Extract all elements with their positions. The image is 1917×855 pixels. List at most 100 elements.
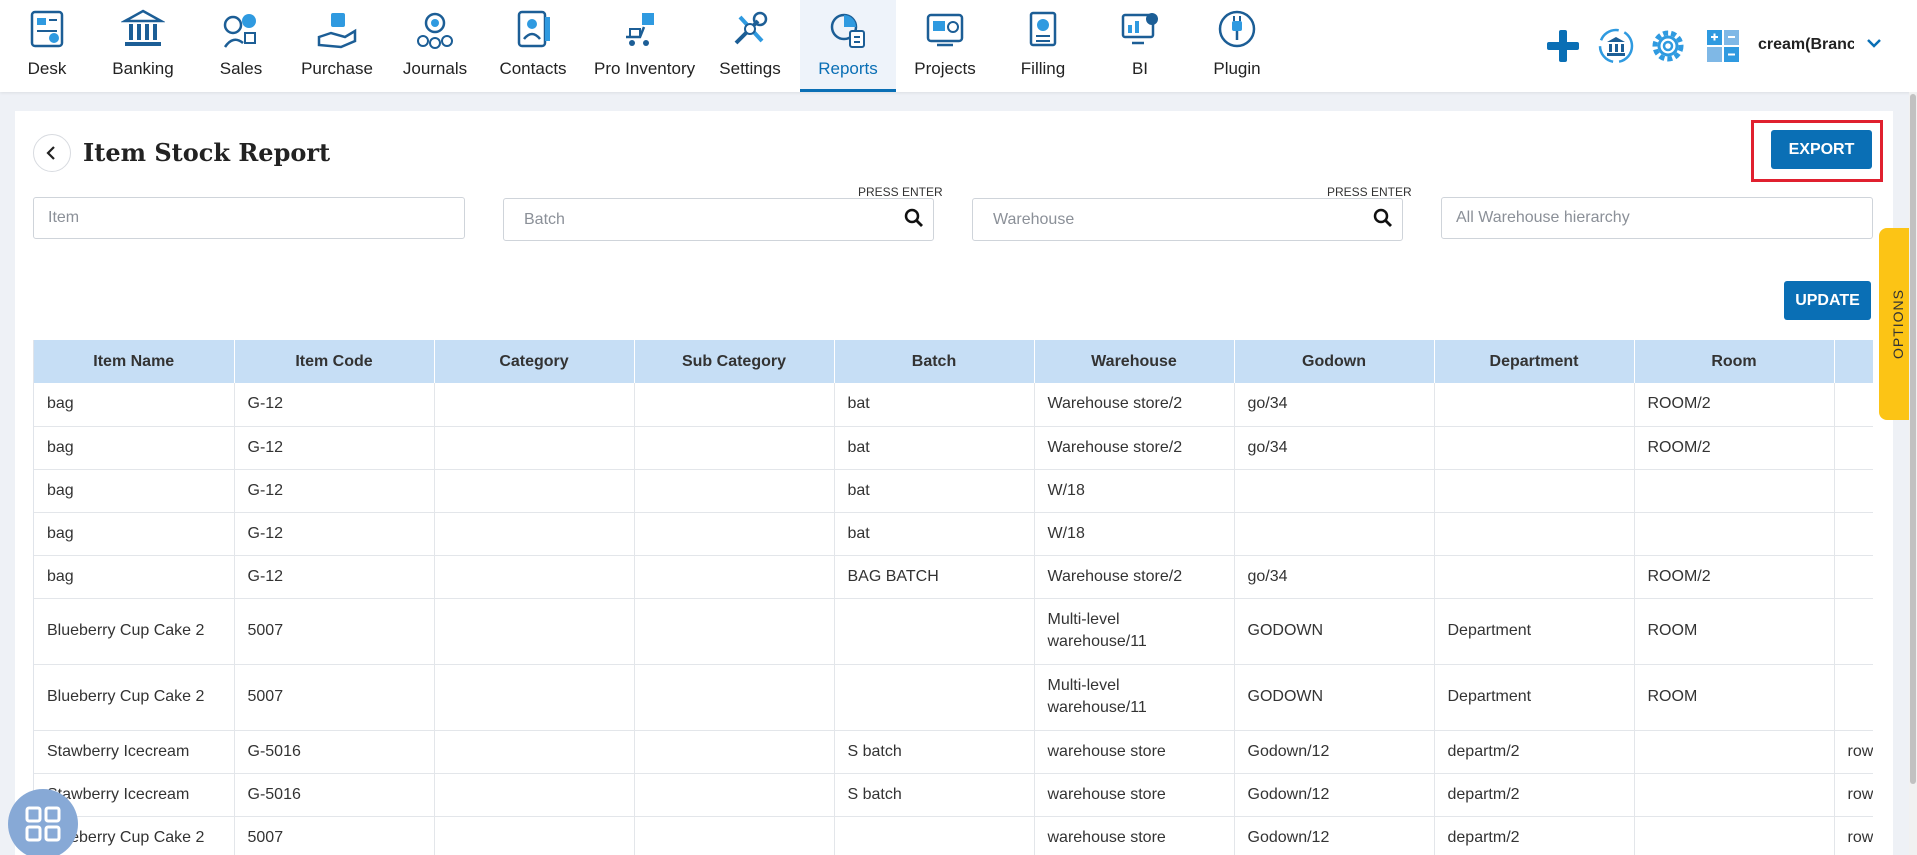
add-icon[interactable]: [1543, 26, 1583, 66]
table-cell: [1434, 555, 1635, 599]
gear-icon[interactable]: [1648, 26, 1688, 66]
column-header[interactable]: [1834, 340, 1873, 383]
table-cell: Warehouse store/2: [1034, 383, 1235, 427]
nav-item-reports[interactable]: Reports: [800, 0, 896, 92]
column-header[interactable]: Department: [1434, 340, 1635, 383]
table-row[interactable]: Blueberry Cup Cake 2 5007 Multi-level ware…: [34, 664, 1873, 731]
nav-item-desk[interactable]: Desk: [0, 0, 94, 92]
table-cell: [1834, 512, 1873, 556]
table-cell: Blueberry Cup Cake 2: [34, 598, 235, 665]
table-cell: departm/2: [1434, 816, 1635, 855]
nav-label: Journals: [402, 59, 468, 78]
table-cell: bag: [34, 383, 235, 427]
column-header[interactable]: Sub Category: [634, 340, 835, 383]
table-cell: go/34: [1234, 426, 1435, 470]
nav-item-bi[interactable]: BI: [1093, 0, 1187, 92]
sales-icon: [223, 14, 256, 48]
table-row[interactable]: Blueberry Cup Cake 2 5007 warehouse store G…: [34, 816, 1873, 855]
table-cell: Multi-level warehouse/11: [1034, 598, 1235, 665]
user-name[interactable]: cream(Branch: [1758, 36, 1854, 54]
nav-item-pro-inventory[interactable]: Pro Inventory: [594, 0, 695, 92]
export-button[interactable]: EXPORT: [1771, 130, 1872, 169]
column-header[interactable]: Warehouse: [1034, 340, 1235, 383]
table-row[interactable]: bag G-12 bat Warehouse store/2 go/34 ROOM/2: [34, 426, 1873, 470]
table-cell: [1834, 426, 1873, 470]
column-header[interactable]: Item Name: [34, 340, 235, 383]
nav-item-plugin[interactable]: Plugin: [1190, 0, 1284, 92]
table-cell: [1834, 469, 1873, 513]
nav-item-settings[interactable]: Settings: [703, 0, 797, 92]
column-header[interactable]: Item Code: [234, 340, 435, 383]
table-row[interactable]: Blueberry Cup Cake 2 5007 Multi-level ware…: [34, 598, 1873, 665]
app-launcher-button[interactable]: [8, 789, 78, 855]
table-cell: row: [1834, 816, 1873, 855]
projects-icon: [926, 13, 964, 47]
table-cell: [434, 469, 635, 513]
table-cell: W/18: [1034, 512, 1235, 556]
table-cell: [634, 555, 835, 599]
table-row[interactable]: Stawberry Icecream G-5016 S batch warehouse…: [34, 773, 1873, 817]
nav-item-filling[interactable]: Filling: [996, 0, 1090, 92]
table-cell: [1834, 383, 1873, 427]
stock-table-container[interactable]: Item Name Item Code Category Sub Categor…: [33, 340, 1873, 855]
table-cell: 5007: [234, 816, 435, 855]
table-cell: [434, 383, 635, 427]
column-header[interactable]: Room: [1634, 340, 1835, 383]
column-header[interactable]: Godown: [1234, 340, 1435, 383]
table-cell: G-5016: [234, 773, 435, 817]
warehouse-hierarchy-select[interactable]: [1441, 197, 1873, 239]
table-cell: [434, 555, 635, 599]
chevron-left-icon: [46, 146, 55, 160]
table-cell: [434, 773, 635, 817]
nav-item-journals[interactable]: Journals: [388, 0, 482, 92]
nav-item-banking[interactable]: Banking: [96, 0, 190, 92]
table-row[interactable]: bag G-12 bat W/18: [34, 512, 1873, 556]
table-cell: [434, 512, 635, 556]
table-cell: bag: [34, 555, 235, 599]
table-row[interactable]: bag G-12 BAG BATCH Warehouse store/2 go/34 RO…: [34, 555, 1873, 599]
table-cell: S batch: [834, 773, 1035, 817]
table-cell: Stawberry Icecream: [34, 730, 235, 774]
search-icon[interactable]: [1373, 208, 1393, 228]
plugin-icon: [1218, 10, 1256, 48]
nav-label: Purchase: [301, 59, 373, 78]
desk-icon: [30, 10, 64, 48]
filing-icon: [1029, 11, 1057, 47]
table-row[interactable]: bag G-12 bat Warehouse store/2 go/34 ROOM/2: [34, 383, 1873, 427]
table-cell: departm/2: [1434, 730, 1635, 774]
table-cell: ROOM/2: [1634, 426, 1835, 470]
table-cell: BAG BATCH: [834, 555, 1035, 599]
table-cell: GODOWN: [1234, 598, 1435, 665]
column-header[interactable]: Category: [434, 340, 635, 383]
calculator-icon[interactable]: [1703, 26, 1743, 66]
nav-item-contacts[interactable]: Contacts: [486, 0, 580, 92]
table-cell: [1634, 469, 1835, 513]
table-cell: row: [1834, 773, 1873, 817]
warehouse-filter-input[interactable]: [972, 198, 1403, 241]
table-cell: G-12: [234, 383, 435, 427]
update-button[interactable]: UPDATE: [1784, 281, 1871, 320]
search-icon[interactable]: [904, 208, 924, 228]
page-scrollbar-thumb[interactable]: [1910, 94, 1916, 784]
nav-item-purchase[interactable]: Purchase: [290, 0, 384, 92]
item-filter-input[interactable]: [33, 197, 465, 239]
table-row[interactable]: Stawberry Icecream G-5016 S batch warehouse…: [34, 730, 1873, 774]
batch-filter-input[interactable]: [503, 198, 934, 241]
bank-sync-icon[interactable]: [1596, 26, 1636, 66]
nav-item-projects[interactable]: Projects: [898, 0, 992, 92]
table-cell: bag: [34, 426, 235, 470]
table-cell: [1434, 426, 1635, 470]
back-button[interactable]: [33, 134, 71, 172]
table-cell: ROOM/2: [1634, 555, 1835, 599]
inventory-icon: [626, 13, 654, 46]
nav-label: Desk: [27, 59, 67, 78]
table-cell: [634, 664, 835, 731]
nav-item-sales[interactable]: Sales: [194, 0, 288, 92]
table-row[interactable]: bag G-12 bat W/18: [34, 469, 1873, 513]
table-cell: [1234, 512, 1435, 556]
table-cell: [1834, 598, 1873, 665]
press-enter-hint: PRESS ENTER: [858, 185, 943, 199]
nav-label: Plugin: [1213, 59, 1261, 78]
chevron-down-icon[interactable]: [1864, 33, 1884, 53]
column-header[interactable]: Batch: [834, 340, 1035, 383]
